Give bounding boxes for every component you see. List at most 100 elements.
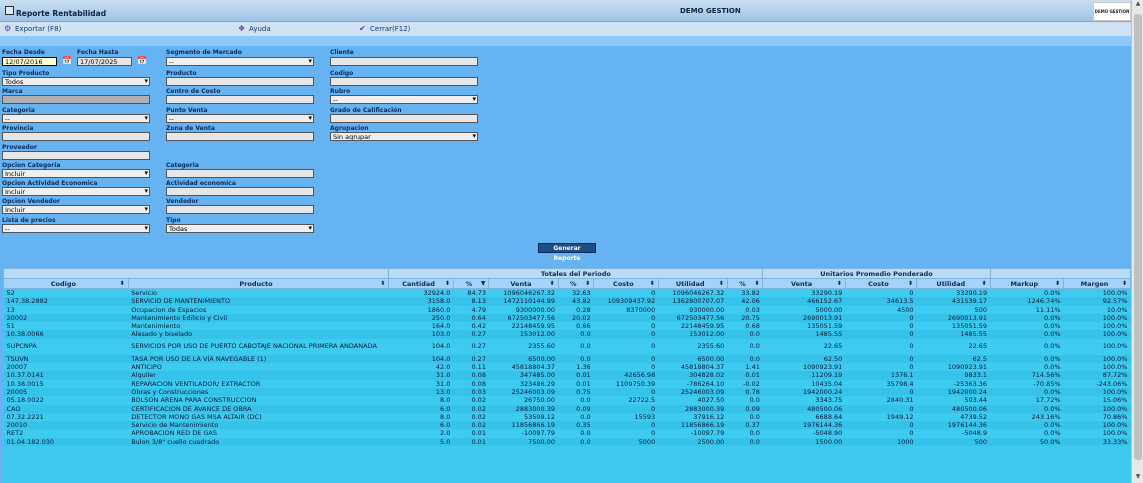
sort-icon[interactable]: ⬍ [754,280,759,287]
sort-icon[interactable]: ▼ [481,280,486,287]
table-row[interactable]: 20005 Obras y Construcciones 13.0 0.03 25246… [3,387,1131,397]
provincia-input[interactable] [2,132,150,141]
codigo-input[interactable] [330,77,478,86]
calendar-icon[interactable]: 📅 [137,56,147,65]
tipo-producto-select[interactable]: Todos [2,77,150,86]
column-header[interactable]: Markup ⬍ [989,278,1065,289]
table-row[interactable]: 05.18.0022 BOLSON ARENA PARA CONSTRUCCION… [3,396,1131,405]
table-row[interactable]: 07.32.2221 DETECTOR MONO GAS MSA ALTAIR (… [3,412,1131,422]
table-cell: TSUVN [3,354,129,364]
table-cell: 0.37 [727,421,763,430]
sort-icon[interactable]: ⬍ [445,280,450,287]
export-button[interactable]: ⚙ Exportar (F8) [4,24,61,35]
scroll-up-icon[interactable]: ▲ [1132,0,1143,10]
column-header[interactable]: Venta ⬍ [488,278,559,289]
actividad-input[interactable] [166,187,314,196]
table-cell: 10435.04 [762,379,846,388]
column-header[interactable]: Utilidad ⬍ [657,278,728,289]
grado-calificacion-input[interactable] [330,114,478,123]
fecha-desde-input[interactable]: 12/07/2016 [2,57,57,66]
generate-report-button[interactable]: Generar Reporte [538,243,596,262]
table-cell: 0.0% [990,387,1064,397]
agrupacion-select[interactable]: Sin agrupar [330,132,478,141]
marca-input[interactable] [2,95,150,104]
column-header[interactable]: Margen ⬍ [1063,278,1131,289]
sort-icon[interactable]: ⬍ [380,280,385,287]
scroll-down-icon[interactable]: ▼ [1132,473,1143,483]
cliente-input[interactable] [330,57,478,66]
sort-icon[interactable]: ⬍ [120,280,125,287]
opcion-categoria-select[interactable]: Incluir [2,169,150,178]
categoria2-input[interactable] [166,169,314,178]
close-label: Cerrar(F12) [370,25,411,33]
table-cell: 100.0% [1063,404,1131,413]
rubro-select[interactable]: -- [330,95,478,104]
table-cell: 10.37.0141 [3,371,129,380]
sort-icon[interactable]: ⬍ [1122,280,1127,287]
centro-costo-input[interactable] [166,95,314,104]
sort-icon[interactable]: ⬍ [982,280,987,287]
sort-icon[interactable]: ⬍ [837,280,842,287]
fecha-hasta-input[interactable]: 17/07/2025 [77,57,132,66]
column-header[interactable]: Costo ⬍ [844,278,918,289]
table-row[interactable]: 52 Servicio 32924.0 84.73 1096046267.32 32.63… [3,288,1131,298]
table-row[interactable]: 20010 Servicio de Mantenimiento 6.0 0.02 118… [3,421,1131,430]
column-header[interactable]: % ▼ [452,278,490,289]
column-header[interactable]: % ⬍ [726,278,764,289]
table-cell: 0.0 [727,330,763,339]
opcion-vendedor-select[interactable]: Incluir [2,205,150,214]
vertical-scrollbar[interactable]: ▲ ▼ [1131,0,1143,483]
close-button[interactable]: ✔ Cerrar(F12) [359,24,410,35]
table-cell: 1500.00 [762,437,846,447]
zona-venta-input[interactable] [166,132,314,141]
producto-input[interactable] [166,77,314,86]
table-row[interactable]: TSUVN TASA POR USO DE LA VÍA NAVEGABLE (1… [3,354,1131,364]
column-header[interactable]: % ⬍ [557,278,595,289]
table-row[interactable]: RET2 APROBACION RED DE GAS 2.0 0.01 -10097.7… [3,429,1131,438]
calendar-icon[interactable]: 📅 [62,56,72,65]
lista-precios-select[interactable]: -- [2,224,150,233]
column-header[interactable]: Venta ⬍ [762,278,846,289]
table-cell: 51 [3,322,129,331]
table-row[interactable]: 10.38.0066 Alesado y biselado 103.0 0.27 153… [3,330,1131,339]
toolbar-divider [0,36,1131,46]
table-row[interactable]: 01.04.182.030 Bulon 3/8" cuello cuadrado 5… [3,437,1131,447]
column-header[interactable]: Producto ⬍ [127,278,390,289]
vendedor-input[interactable] [166,205,314,214]
sort-icon[interactable]: ⬍ [719,280,724,287]
proveedor-input[interactable] [2,151,150,160]
scrollbar-thumb[interactable] [1134,14,1142,460]
punto-venta-select[interactable]: -- [166,114,314,123]
table-cell: 1096046267.32 [488,288,558,298]
table-row[interactable]: 147.38.2882 SERVICIO DE MANTENIMIENTO 3158… [3,297,1131,306]
column-header[interactable]: Costo ⬍ [593,278,659,289]
column-header-label: Venta [510,279,532,288]
table-row[interactable]: SUPCNPA SERVICIOS POR USO DE PUERTO CABOT… [3,338,1131,355]
table-cell: 304828.02 [658,371,728,380]
column-header[interactable]: Utilidad ⬍ [916,278,991,289]
table-row[interactable]: 10.37.0141 Alquiler 31.0 0.08 347485.00 0.01 4… [3,371,1131,380]
sort-icon[interactable]: ⬍ [908,280,913,287]
table-row[interactable]: CAO CERTIFICACION DE AVANCE DE OBRA 6.0 0.0… [3,404,1131,413]
sort-icon[interactable]: ⬍ [650,280,655,287]
segmento-select[interactable]: -- [166,57,314,66]
table-row[interactable]: 20007 ANTICIPO 42.0 0.11 45818804.37 1.36 0 458… [3,363,1131,372]
sort-icon[interactable]: ⬍ [585,280,590,287]
table-cell: 1472110144.99 [488,297,558,306]
table-row[interactable]: 51 Mantenimiento 164.0 0.42 22148459.95 0.66 0… [3,322,1131,331]
opcion-actividad-select[interactable]: Incluir [2,187,150,196]
table-row[interactable]: 20002 Mantenimiento Edilicio y Civil 250.0… [3,313,1131,323]
table-row[interactable]: 10.38.0015 REPARACION VENTILADOR/ EXTRACT… [3,379,1131,388]
tipo-select[interactable]: Todas [166,224,314,233]
sort-icon[interactable]: ⬍ [1055,280,1060,287]
categoria2-label: Categoria [166,162,199,169]
table-row[interactable]: 13 Ocupacion de Espacios 1860.0 4.79 9300000… [3,305,1131,314]
table-cell: 0 [593,429,659,438]
column-header[interactable]: Codigo ⬍ [3,278,129,289]
categoria-select[interactable]: -- [2,114,150,123]
fecha-hasta-label: Fecha Hasta [77,49,119,56]
column-header[interactable]: Cantidad ⬍ [388,278,454,289]
provincia-label: Provincia [2,125,34,132]
help-button[interactable]: ❖ Ayuda [238,24,271,35]
sort-icon[interactable]: ⬍ [549,280,554,287]
